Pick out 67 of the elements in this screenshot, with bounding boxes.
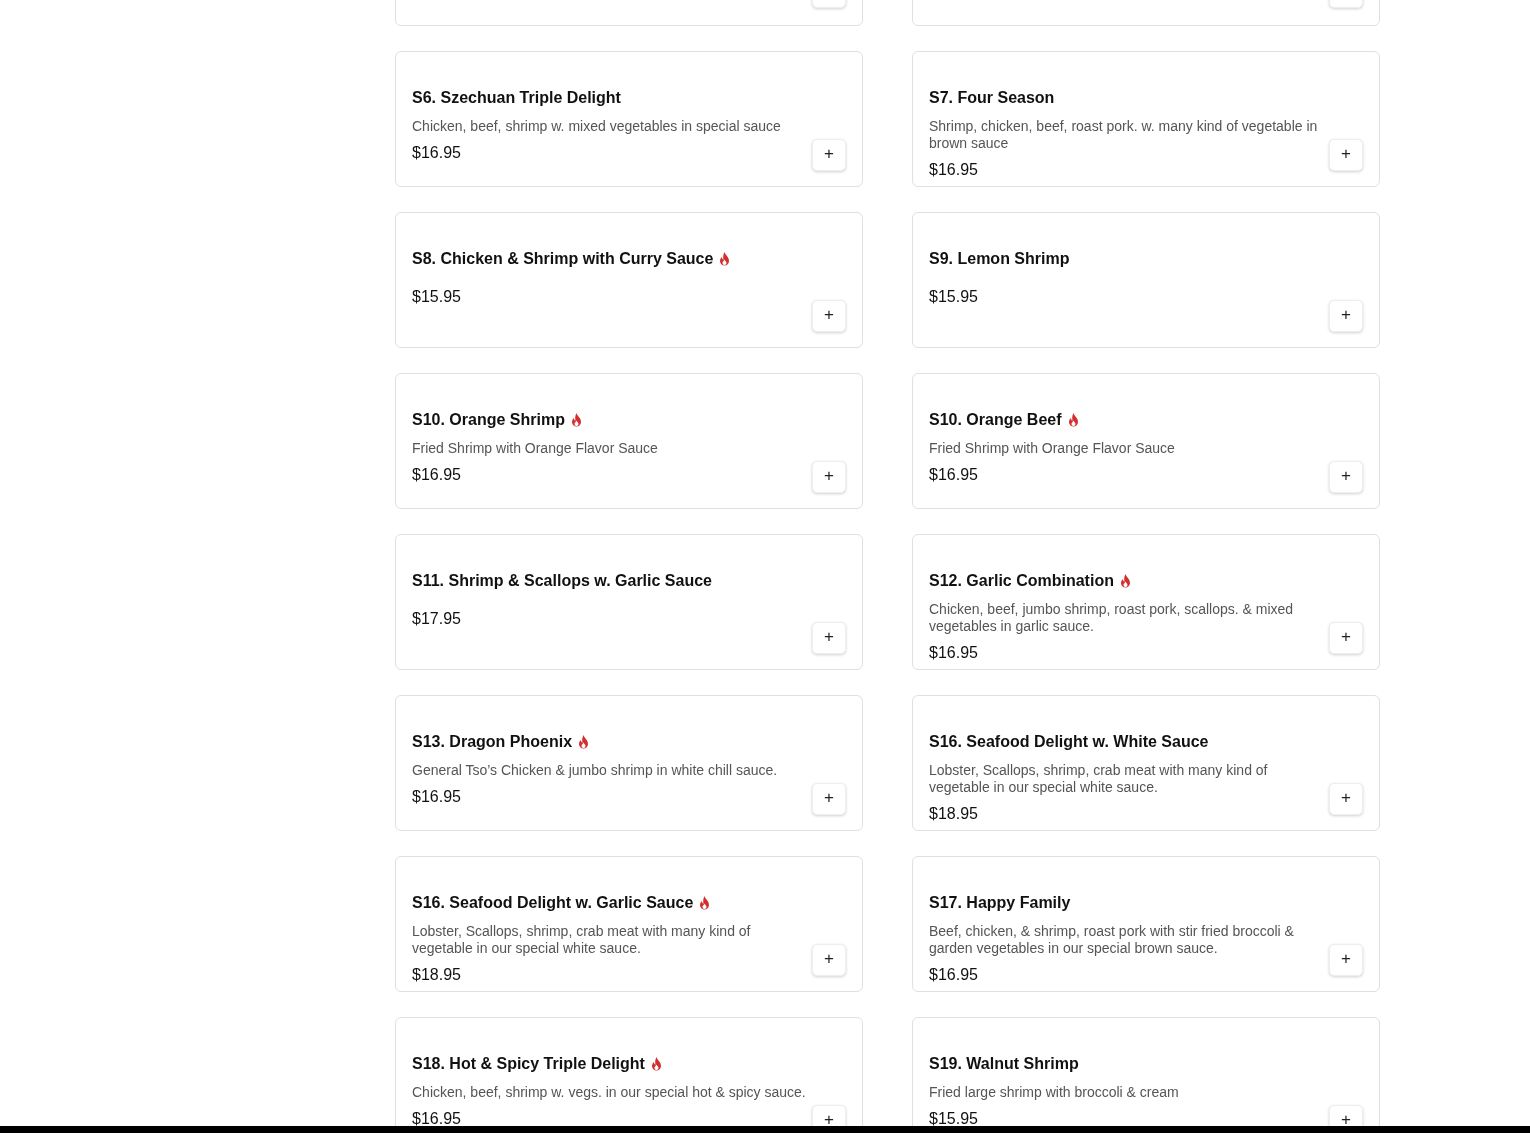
add-button[interactable]: + xyxy=(812,783,846,815)
dish-name: S7. Four Season xyxy=(929,88,1055,108)
dish-name: S16. Seafood Delight w. Garlic Sauce xyxy=(412,893,694,913)
dish-name: S10. Orange Beef xyxy=(929,410,1062,430)
add-button[interactable]: + xyxy=(1329,139,1363,171)
menu-item-card[interactable]: S19. Walnut Shrimp Fried large shrimp with broccoli & cream $15.95 + xyxy=(912,1017,1380,1126)
dish-name: S11. Shrimp & Scallops w. Garlic Sauce xyxy=(412,571,712,591)
dish-description: Lobster, Scallops, shrimp, crab meat with many kind of vegetable in our special white sauce. xyxy=(929,762,1269,796)
menu-item-card[interactable]: S16. Seafood Delight w. Garlic Sauce Lobster, Scallops, shrimp, crab meat with many kind of vegetable in our special white sauce. $18.95 + xyxy=(395,856,863,992)
dish-price: $16.95 xyxy=(412,465,461,485)
dish-price: $16.95 xyxy=(929,643,978,663)
add-button[interactable]: + xyxy=(1329,1105,1363,1126)
dish-price: $16.95 xyxy=(412,787,461,807)
add-button[interactable]: + xyxy=(1329,461,1363,493)
dish-description: Fried Shrimp with Orange Flavor Sauce xyxy=(412,440,659,457)
dish-price: $15.95 xyxy=(929,1109,978,1126)
add-button[interactable]: + xyxy=(812,1105,846,1126)
add-button[interactable]: + xyxy=(1329,300,1363,332)
add-button[interactable]: + xyxy=(1329,622,1363,654)
dish-price: $18.95 xyxy=(412,965,461,985)
menu-item-card[interactable]: S7. Four Season Shrimp, chicken, beef, roast pork. w. many kind of vegetable in brown sauce $16.95 + xyxy=(912,51,1380,187)
dish-description: Shrimp, chicken, beef, roast pork. w. many kind of vegetable in brown sauce xyxy=(929,118,1319,152)
add-button[interactable]: + xyxy=(812,461,846,493)
dish-name: S16. Seafood Delight w. White Sauce xyxy=(929,732,1209,752)
dish-price: $15.95 xyxy=(412,287,461,307)
add-button[interactable]: + xyxy=(812,139,846,171)
dish-price: $16.95 xyxy=(412,1109,461,1126)
dish-price: $18.95 xyxy=(929,804,978,824)
menu-item-card[interactable]: S13. Dragon Phoenix General Tso’s Chicken & jumbo shrimp in white chill sauce. $16.95 + xyxy=(395,695,863,831)
dish-price: $16.95 xyxy=(929,465,978,485)
dish-description: Fried large shrimp with broccoli & cream xyxy=(929,1084,1180,1101)
menu-item-card[interactable]: S11. Shrimp & Scallops w. Garlic Sauce $17.95 + xyxy=(395,534,863,670)
dish-name: S10. Orange Shrimp xyxy=(412,410,565,430)
menu-item-card[interactable]: S6. Szechuan Triple Delight Chicken, beef, shrimp w. mixed vegetables in special sauce $16.95 + xyxy=(395,51,863,187)
dish-price: $15.95 xyxy=(929,287,978,307)
dish-description: General Tso’s Chicken & jumbo shrimp in white chill sauce. xyxy=(412,762,779,779)
dish-price: $16.95 xyxy=(929,160,978,180)
menu-item-card[interactable]: S9. Lemon Shrimp $15.95 + xyxy=(912,212,1380,348)
dish-name: S19. Walnut Shrimp xyxy=(929,1054,1079,1074)
add-button[interactable]: + xyxy=(1329,783,1363,815)
menu-item-card[interactable]: S16. Seafood Delight w. White Sauce Lobster, Scallops, shrimp, crab meat with many kind of vegetable in our special white sauce. $18.95 + xyxy=(912,695,1380,831)
dish-description: Fried Shrimp with Orange Flavor Sauce xyxy=(929,440,1176,457)
dish-price: $16.95 xyxy=(412,143,461,163)
dish-name: S9. Lemon Shrimp xyxy=(929,249,1070,269)
add-button[interactable]: + xyxy=(812,300,846,332)
dish-description: Beef, chicken, & shrimp, roast pork with stir fried broccoli & garden vegetables in our special brown sauce. xyxy=(929,923,1295,957)
dish-price: $16.95 xyxy=(929,965,978,985)
menu-item-card[interactable]: S10. Orange Shrimp Fried Shrimp with Orange Flavor Sauce $16.95 + xyxy=(395,373,863,509)
dish-description: Chicken, beef, shrimp w. vegs. in our special hot & spicy sauce. xyxy=(412,1084,806,1101)
menu-item-card[interactable]: S17. Happy Family Beef, chicken, & shrimp, roast pork with stir fried broccoli & garden vegetables in our special brown sauce. $16.95 + xyxy=(912,856,1380,992)
dish-description: Chicken, beef, shrimp w. mixed vegetables in special sauce xyxy=(412,118,782,135)
menu-item-card[interactable]: S18. Hot & Spicy Triple Delight Chicken, beef, shrimp w. vegs. in our special hot & spicy sauce. $16.95 + xyxy=(395,1017,863,1126)
dish-name: S17. Happy Family xyxy=(929,893,1071,913)
add-button[interactable]: + xyxy=(812,944,846,976)
menu-item-card[interactable]: S10. Orange Beef Fried Shrimp with Orange Flavor Sauce $16.95 + xyxy=(912,373,1380,509)
dish-name: S13. Dragon Phoenix xyxy=(412,732,573,752)
dish-name: S8. Chicken & Shrimp with Curry Sauce xyxy=(412,249,714,269)
dish-name: S6. Szechuan Triple Delight xyxy=(412,88,621,108)
dish-name: S18. Hot & Spicy Triple Delight xyxy=(412,1054,645,1074)
dish-name: S12. Garlic Combination xyxy=(929,571,1114,591)
menu-item-card[interactable]: S8. Chicken & Shrimp with Curry Sauce $15.95 + xyxy=(395,212,863,348)
add-button[interactable]: + xyxy=(812,622,846,654)
dish-description: Chicken, beef, jumbo shrimp, roast pork, scallops. & mixed vegetables in garlic sauce. xyxy=(929,601,1295,635)
dish-price: $17.95 xyxy=(412,609,461,629)
add-button[interactable]: + xyxy=(1329,944,1363,976)
menu-item-card[interactable]: S12. Garlic Combination Chicken, beef, jumbo shrimp, roast pork, scallops. & mixed vegetables in garlic sauce. $16.95 + xyxy=(912,534,1380,670)
dish-description: Lobster, Scallops, shrimp, crab meat with many kind of vegetable in our special white sauce. xyxy=(412,923,752,957)
